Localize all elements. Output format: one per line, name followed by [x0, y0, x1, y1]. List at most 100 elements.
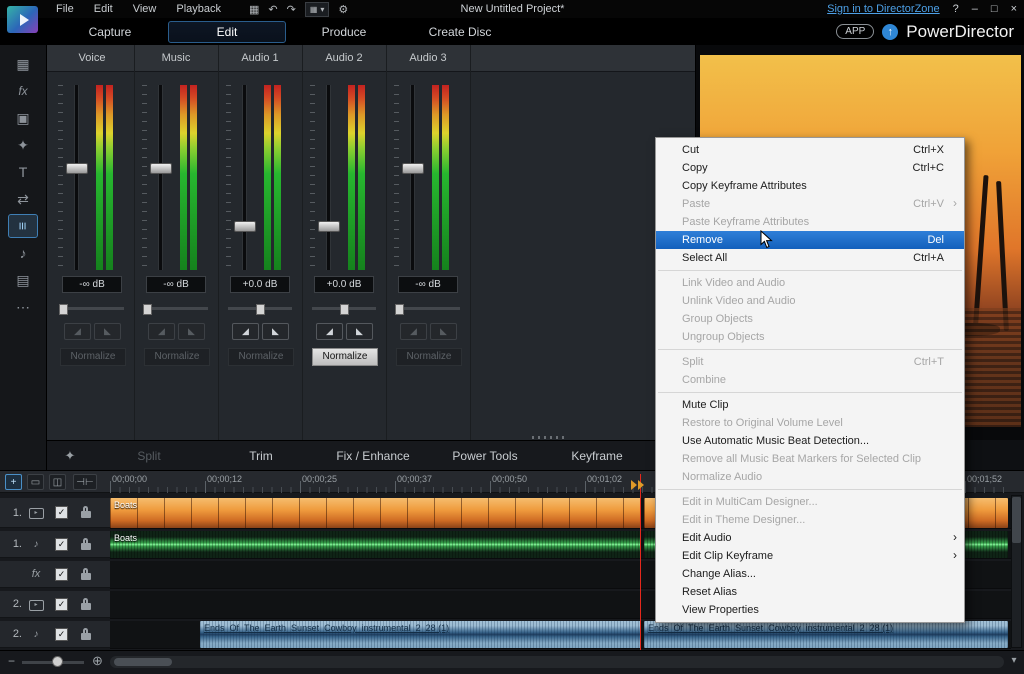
media-room-icon[interactable]: ▦: [9, 53, 37, 75]
gain-value[interactable]: -∞ dB: [398, 276, 458, 293]
fade-out-button[interactable]: ◣: [430, 323, 457, 340]
lock-icon[interactable]: [81, 538, 91, 551]
effect-room-icon[interactable]: fx: [9, 80, 37, 102]
tab-capture[interactable]: Capture: [52, 21, 168, 43]
context-menu-item-normalize-audio[interactable]: Normalize Audio: [656, 468, 964, 486]
maximize-button[interactable]: □: [991, 3, 998, 15]
range-select-icon[interactable]: ◫: [49, 474, 66, 490]
volume-fader-track[interactable]: [410, 85, 415, 270]
tab-create-disc[interactable]: Create Disc: [402, 21, 518, 43]
pan-slider[interactable]: [396, 307, 460, 310]
context-menu-item-multicam-designer[interactable]: Edit in MultiCam Designer...: [656, 493, 964, 511]
volume-fader-track[interactable]: [326, 85, 331, 270]
context-menu-item-theme-designer[interactable]: Edit in Theme Designer...: [656, 511, 964, 529]
snap-tool-icon[interactable]: ⊣⊢: [73, 474, 97, 490]
tab-edit[interactable]: Edit: [168, 21, 286, 43]
context-menu-item-edit-audio[interactable]: Edit Audio ›: [656, 529, 964, 547]
volume-fader-handle[interactable]: [234, 221, 256, 232]
audio-clip[interactable]: Boats: [110, 531, 641, 558]
lock-icon[interactable]: [81, 568, 91, 581]
volume-fader-track[interactable]: [242, 85, 247, 270]
context-menu-item-unlink-video-audio[interactable]: Unlink Video and Audio: [656, 292, 964, 310]
lock-icon[interactable]: [81, 628, 91, 641]
pan-slider[interactable]: [60, 307, 124, 310]
fade-in-button[interactable]: ◢: [64, 323, 91, 340]
context-menu-item-change-alias[interactable]: Change Alias...: [656, 565, 964, 583]
title-room-icon[interactable]: T: [9, 161, 37, 183]
dual-preview-icon[interactable]: ▦: [249, 3, 259, 16]
playhead[interactable]: [640, 474, 641, 650]
music-clip[interactable]: Ends_Of_The_Earth_Sunset_Cowboy_instrume…: [644, 621, 1008, 648]
fade-in-button[interactable]: ◢: [316, 323, 343, 340]
track-enable-checkbox[interactable]: ✓: [55, 598, 68, 611]
menu-playback[interactable]: Playback: [166, 3, 231, 15]
pan-slider[interactable]: [228, 307, 292, 310]
volume-fader-track[interactable]: [74, 85, 79, 270]
pan-slider[interactable]: [312, 307, 376, 310]
context-menu-item-copy[interactable]: Copy Ctrl+C: [656, 159, 964, 177]
vertical-scrollbar-thumb[interactable]: [1012, 497, 1021, 543]
help-button[interactable]: ?: [953, 3, 959, 15]
track-enable-checkbox[interactable]: ✓: [55, 506, 68, 519]
menu-view[interactable]: View: [123, 3, 167, 15]
timeline-function-button[interactable]: ▾: [1007, 654, 1021, 668]
minimize-button[interactable]: –: [972, 3, 978, 15]
horizontal-scrollbar-thumb[interactable]: [114, 658, 172, 666]
context-menu-item-remove-beat-markers[interactable]: Remove all Music Beat Markers for Select…: [656, 450, 964, 468]
context-menu-item-split[interactable]: Split Ctrl+T: [656, 353, 964, 371]
context-menu-item-ungroup-objects[interactable]: Ungroup Objects: [656, 328, 964, 346]
context-menu-item-combine[interactable]: Combine: [656, 371, 964, 389]
fade-out-button[interactable]: ◣: [178, 323, 205, 340]
track-enable-checkbox[interactable]: ✓: [55, 628, 68, 641]
audio-mixing-room-icon[interactable]: ≡: [9, 215, 37, 237]
split-button[interactable]: Split: [93, 449, 205, 463]
gain-value[interactable]: -∞ dB: [146, 276, 206, 293]
close-button[interactable]: ×: [1011, 3, 1017, 15]
context-menu-item-copy-keyframe-attributes[interactable]: Copy Keyframe Attributes: [656, 177, 964, 195]
clip-tool-icon[interactable]: ▭: [27, 474, 44, 490]
normalize-button[interactable]: Normalize: [144, 348, 210, 366]
context-menu-item-edit-clip-keyframe[interactable]: Edit Clip Keyframe ›: [656, 547, 964, 565]
pan-handle[interactable]: [143, 304, 152, 315]
menu-edit[interactable]: Edit: [84, 3, 123, 15]
gain-value[interactable]: +0.0 dB: [314, 276, 374, 293]
fix-enhance-button[interactable]: Fix / Enhance: [317, 449, 429, 463]
signin-link[interactable]: Sign in to DirectorZone: [827, 3, 940, 15]
context-menu-item-paste[interactable]: Paste Ctrl+V ›: [656, 195, 964, 213]
pan-slider[interactable]: [144, 307, 208, 310]
gear-icon[interactable]: ⚙: [338, 3, 348, 16]
normalize-button[interactable]: Normalize: [396, 348, 462, 366]
context-menu-item-remove[interactable]: Remove Del: [656, 231, 964, 249]
undo-icon[interactable]: ↶: [268, 3, 277, 16]
pan-handle[interactable]: [340, 304, 349, 315]
context-menu-item-restore-volume[interactable]: Restore to Original Volume Level: [656, 414, 964, 432]
context-menu-item-select-all[interactable]: Select All Ctrl+A: [656, 249, 964, 267]
context-menu-item-link-video-audio[interactable]: Link Video and Audio: [656, 274, 964, 292]
normalize-button[interactable]: Normalize: [228, 348, 294, 366]
keyframe-button[interactable]: Keyframe: [541, 449, 653, 463]
zoom-out-icon[interactable]: −: [8, 654, 15, 668]
redo-icon[interactable]: ↷: [287, 3, 296, 16]
context-menu-item-cut[interactable]: Cut Ctrl+X: [656, 141, 964, 159]
lock-icon[interactable]: [81, 506, 91, 519]
fade-out-button[interactable]: ◣: [94, 323, 121, 340]
context-menu-item-paste-keyframe-attributes[interactable]: Paste Keyframe Attributes: [656, 213, 964, 231]
gain-value[interactable]: +0.0 dB: [230, 276, 290, 293]
transition-room-icon[interactable]: ⇄: [9, 188, 37, 210]
upload-icon[interactable]: ↑: [882, 24, 898, 40]
lock-icon[interactable]: [81, 598, 91, 611]
music-clip[interactable]: Ends_Of_The_Earth_Sunset_Cowboy_instrume…: [200, 621, 641, 648]
chapter-room-icon[interactable]: ▤: [9, 269, 37, 291]
aspect-ratio-dropdown[interactable]: ▦ ▾: [305, 2, 330, 17]
context-menu-item-mute-clip[interactable]: Mute Clip: [656, 396, 964, 414]
zoom-in-icon[interactable]: ⊕: [92, 653, 103, 669]
track-enable-checkbox[interactable]: ✓: [55, 538, 68, 551]
video-clip[interactable]: Boats: [110, 498, 641, 528]
context-menu-item-group-objects[interactable]: Group Objects: [656, 310, 964, 328]
select-tool-icon[interactable]: +: [5, 474, 22, 490]
track-enable-checkbox[interactable]: ✓: [55, 568, 68, 581]
tab-produce[interactable]: Produce: [286, 21, 402, 43]
panel-resize-grip[interactable]: [532, 436, 566, 439]
magic-tools-icon[interactable]: ✦: [47, 448, 93, 464]
subtitle-room-icon[interactable]: ⋯: [9, 296, 37, 318]
